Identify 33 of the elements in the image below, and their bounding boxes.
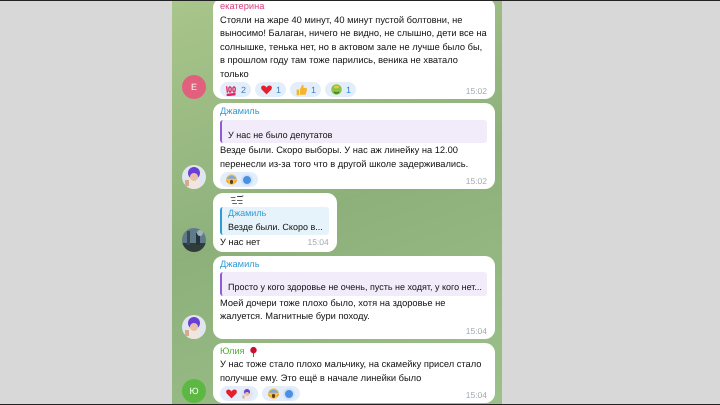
message-text: Везде были. Скоро выборы. У нас аж линейку на 12.00 перенесли из-за того что в другой школе задерживались. <box>220 144 470 171</box>
sick-icon <box>330 83 344 96</box>
message-time: 15:02 <box>466 85 487 97</box>
message-time: 15:04 <box>466 324 487 336</box>
message-time: 15:02 <box>466 175 487 187</box>
avatar[interactable]: Ю <box>182 379 206 403</box>
reply-quote[interactable]: Джамиль Везде были. Скоро в... <box>220 207 329 235</box>
sender-name: Джамиль <box>220 105 260 118</box>
sender-name: Юлия <box>220 344 245 358</box>
message-text: У нас нет <box>220 236 260 249</box>
reaction-button[interactable]: 1 <box>325 82 356 97</box>
reply-quote[interactable]: У нас не было депутатов <box>220 120 487 143</box>
reaction-button[interactable] <box>262 386 300 401</box>
message-text: Моей дочери тоже плохо было, хотя на здоровье не жалуется. Магнитные бури походу. <box>220 296 446 323</box>
message-time: 15:04 <box>466 389 487 401</box>
reaction-button[interactable] <box>220 172 258 187</box>
reaction-button[interactable]: 1 <box>290 82 322 97</box>
reaction-button[interactable]: 1 <box>255 82 286 97</box>
scream-icon <box>225 173 238 186</box>
message-time: 15:04 <box>307 236 329 249</box>
sender-name: екатерина <box>220 1 264 13</box>
hundred-icon <box>225 83 238 96</box>
heart-icon <box>260 83 274 96</box>
reaction-button[interactable] <box>220 386 258 401</box>
avatar[interactable]: Е <box>182 75 206 99</box>
scream-icon <box>267 387 280 400</box>
heart-icon <box>225 387 238 400</box>
reply-quote[interactable]: Просто у кого здоровье не очень, пусть не ходят, у кого нет... <box>220 272 487 296</box>
thumbs-up-icon <box>295 83 308 96</box>
sender-name: Джамиль <box>220 258 260 271</box>
reaction-button[interactable]: 2 <box>220 82 252 97</box>
message-text: Стояли на жаре 40 минут, 40 минут пустой болтовни, не выносимо! Балаган, ничего не видно, не слышно, дети все на солнышке, тенька нет, но в актовом зале не лучше было бы, в прошлом году там тоже парились, веника не хватало только <box>220 14 487 80</box>
message-text: У нас тоже стало плохо мальчику, на скамейку присел стало получше ему. Это ещё в начале линейки было <box>220 358 482 385</box>
